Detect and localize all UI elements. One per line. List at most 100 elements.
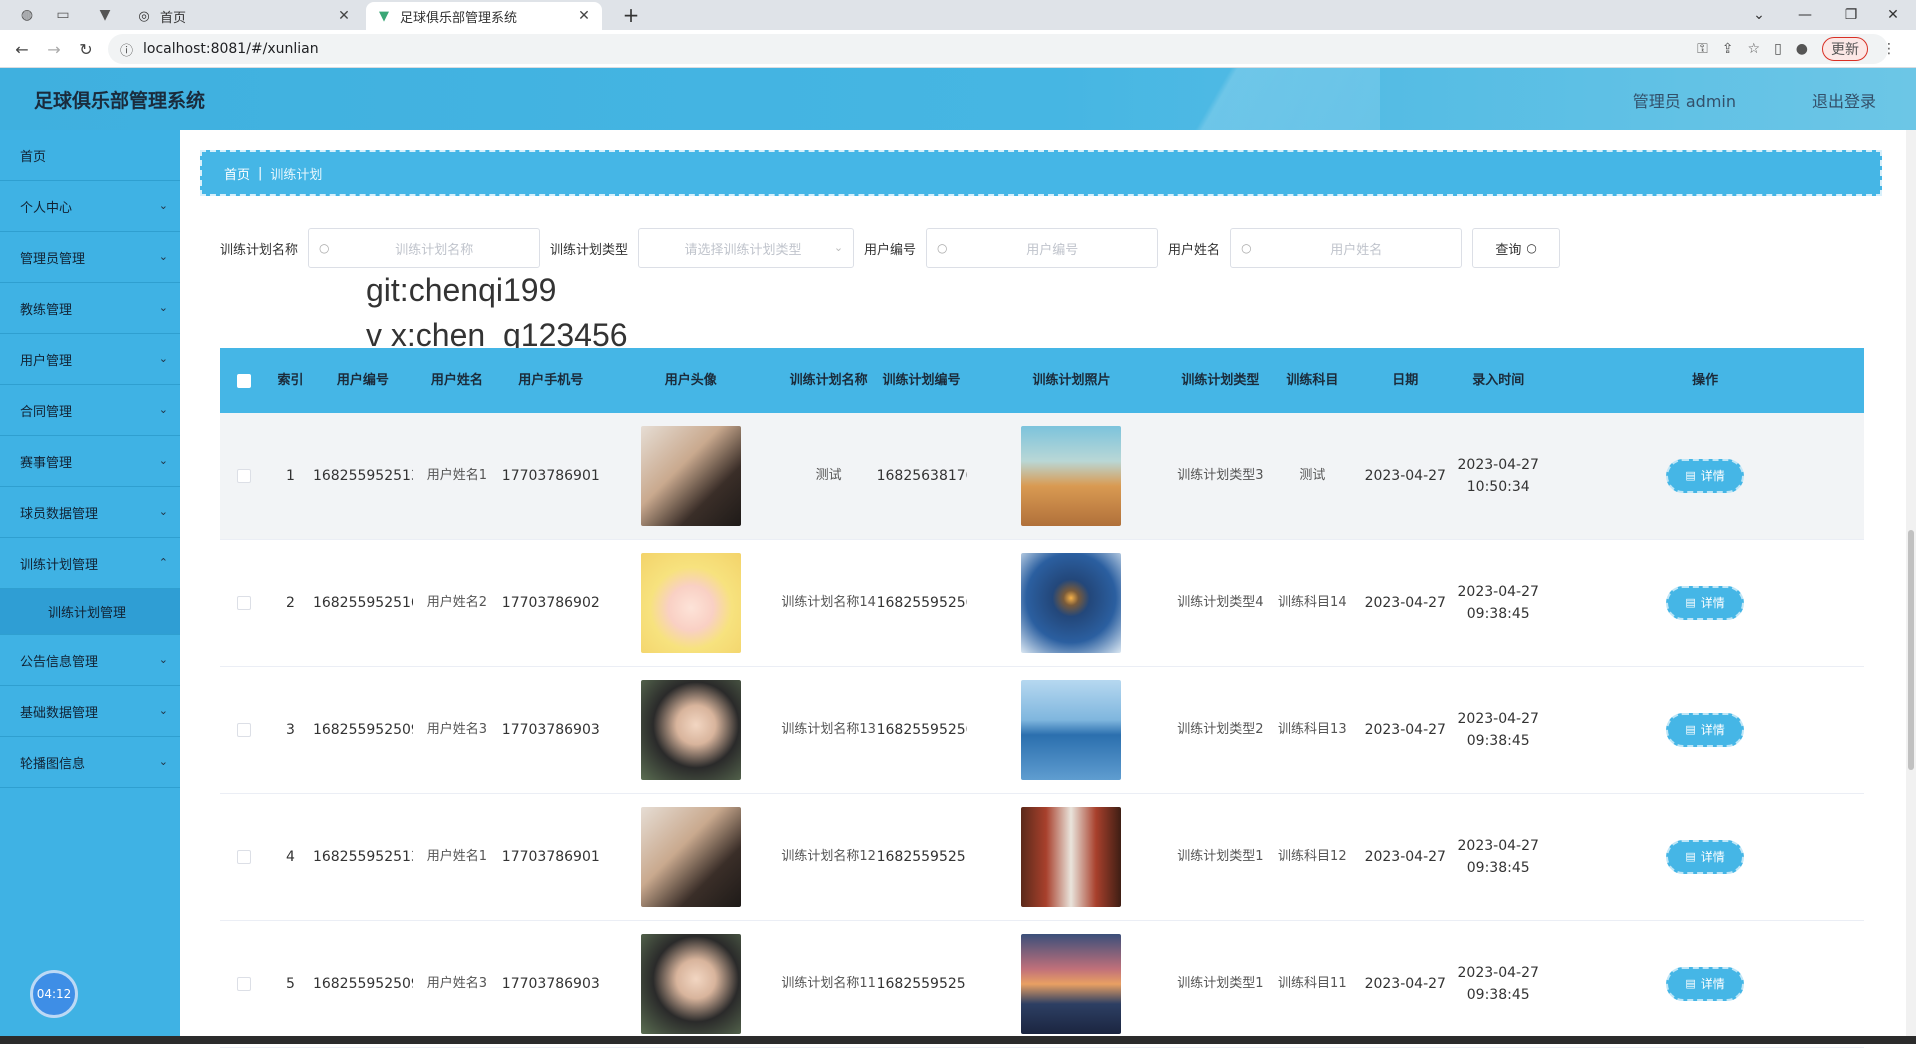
- menu-icon[interactable]: ⋮: [1882, 41, 1896, 57]
- table-row[interactable]: 2 1682559525166 用户姓名2 17703786902 训练计划名称…: [220, 540, 1864, 667]
- table-row[interactable]: 1 1682559525139 用户姓名1 17703786901 测试 168…: [220, 413, 1864, 540]
- row-checkbox[interactable]: [236, 977, 251, 991]
- plan-photo[interactable]: [1021, 807, 1122, 907]
- plan-photo[interactable]: [1021, 426, 1122, 526]
- cell-uid: 1682559525093: [312, 976, 413, 992]
- sidebar: 首页 个人中心 ⌄ 管理员管理 ⌄ 教练管理 ⌄ 用户管理 ⌄ 合同管理 ⌄ 赛事管理 ⌄ …: [0, 130, 180, 1044]
- omnibox-icons: ⚿ ⇪ ☆ ▯ ● 更新 ⋮: [1697, 37, 1896, 61]
- cell-op: ▤ 详情: [1546, 967, 1864, 1001]
- close-icon[interactable]: ✕: [336, 8, 352, 24]
- cell-time: 2023-04-27 10:50:34: [1457, 457, 1539, 495]
- new-tab-button[interactable]: +: [618, 3, 644, 27]
- avatar[interactable]: [640, 426, 741, 526]
- admin-label: 管理员 admin: [1632, 92, 1736, 111]
- plan-type-select[interactable]: 请选择训练计划类型 ⌄: [638, 228, 855, 268]
- avatar[interactable]: [640, 553, 741, 653]
- row-checkbox[interactable]: [236, 596, 251, 610]
- query-button[interactable]: 查询 ○: [1472, 228, 1561, 268]
- plan-photo[interactable]: [1021, 553, 1122, 653]
- row-checkbox[interactable]: [236, 469, 251, 483]
- sidebar-item-base-data[interactable]: 基础数据管理 ⌄: [0, 686, 180, 737]
- cell-plan-no: 1682559525087: [876, 722, 967, 738]
- key-icon[interactable]: ⚿: [1697, 41, 1708, 57]
- back-button[interactable]: ←: [10, 38, 34, 60]
- sidebar-item-training[interactable]: 训练计划管理 ⌃: [0, 538, 180, 589]
- sidebar-item-label: 管理员管理: [20, 251, 86, 267]
- sidebar-item-contract[interactable]: 合同管理 ⌄: [0, 385, 180, 436]
- table-row[interactable]: 4 1682559525139 用户姓名1 17703786901 训练计划名称…: [220, 794, 1864, 921]
- avatar[interactable]: [640, 934, 741, 1034]
- close-icon[interactable]: ✕: [576, 8, 592, 24]
- sidebar-item-carousel[interactable]: 轮播图信息 ⌄: [0, 737, 180, 788]
- chevron-down-icon: ⌄: [158, 505, 168, 518]
- sidepanel-icon[interactable]: ▯: [1774, 41, 1782, 57]
- sidebar-item-player-data[interactable]: 球员数据管理 ⌄: [0, 487, 180, 538]
- cell-phone: 17703786901: [501, 468, 600, 484]
- detail-button[interactable]: ▤ 详情: [1666, 586, 1745, 620]
- cell-avatar: [601, 934, 781, 1034]
- sidebar-item-match[interactable]: 赛事管理 ⌄: [0, 436, 180, 487]
- chevron-down-icon: ⌄: [158, 301, 168, 314]
- user-name-input[interactable]: ○ 用户姓名: [1230, 228, 1463, 268]
- document-icon: ▤: [1685, 596, 1696, 609]
- restore-button[interactable]: ❐: [1828, 0, 1874, 30]
- update-button[interactable]: 更新: [1822, 37, 1868, 61]
- user-id-input[interactable]: ○ 用户编号: [926, 228, 1159, 268]
- sidebar-item-users[interactable]: 用户管理 ⌄: [0, 334, 180, 385]
- sidebar-item-coach[interactable]: 教练管理 ⌄: [0, 283, 180, 334]
- sidebar-item-admin[interactable]: 管理员管理 ⌄: [0, 232, 180, 283]
- timer-badge[interactable]: 04:12: [30, 970, 78, 1018]
- browser-app-icon[interactable]: ◍: [14, 5, 40, 25]
- forward-button[interactable]: →: [42, 38, 66, 60]
- breadcrumb-current: 训练计划: [270, 167, 323, 183]
- info-icon[interactable]: ⓘ: [120, 40, 133, 59]
- browser-tab-blank[interactable]: ▭: [50, 5, 76, 25]
- cell-subject: 训练科目12: [1278, 849, 1347, 864]
- select-all-checkbox[interactable]: [236, 373, 251, 388]
- browser-tab-home[interactable]: ◎ 首页 ✕: [126, 2, 362, 30]
- table-row[interactable]: 5 1682559525093 用户姓名3 17703786903 训练计划名称…: [220, 921, 1864, 1048]
- cell-op: ▤ 详情: [1546, 459, 1864, 493]
- cell-name: 用户姓名1: [426, 468, 487, 483]
- cell-plan-type: 训练计划类型2: [1177, 722, 1264, 737]
- scrollbar-thumb[interactable]: [1908, 530, 1914, 770]
- sidebar-item-notice[interactable]: 公告信息管理 ⌄: [0, 635, 180, 686]
- plan-photo[interactable]: [1021, 680, 1122, 780]
- browser-tab-active[interactable]: ▼ 足球俱乐部管理系统 ✕: [366, 2, 602, 30]
- avatar[interactable]: [640, 807, 741, 907]
- detail-button[interactable]: ▤ 详情: [1666, 713, 1745, 747]
- plan-photo[interactable]: [1021, 934, 1122, 1034]
- select-placeholder: 请选择训练计划类型: [684, 242, 802, 258]
- breadcrumb-home[interactable]: 首页: [224, 164, 250, 183]
- star-icon[interactable]: ☆: [1748, 41, 1761, 57]
- detail-button[interactable]: ▤ 详情: [1666, 459, 1745, 493]
- share-icon[interactable]: ⇪: [1722, 41, 1734, 57]
- sidebar-item-label: 合同管理: [20, 404, 73, 420]
- page-scrollbar[interactable]: [1906, 130, 1916, 1044]
- minimize-button[interactable]: —: [1782, 0, 1828, 30]
- sidebar-subitem-training[interactable]: 训练计划管理: [0, 589, 180, 635]
- url-field[interactable]: ⓘ localhost:8081/#/xunlian: [108, 34, 1888, 64]
- table-row[interactable]: 3 1682559525093 用户姓名3 17703786903 训练计划名称…: [220, 667, 1864, 794]
- reload-button[interactable]: ↻: [74, 38, 98, 60]
- input-placeholder: 用户编号: [1026, 242, 1079, 258]
- detail-button[interactable]: ▤ 详情: [1666, 840, 1745, 874]
- logout-link[interactable]: 退出登录: [1812, 88, 1876, 112]
- cell-time: 2023-04-27 09:38:45: [1457, 965, 1539, 1003]
- window-close-button[interactable]: ✕: [1870, 0, 1916, 30]
- detail-button[interactable]: ▤ 详情: [1666, 967, 1745, 1001]
- cell-plan-photo: [967, 934, 1177, 1034]
- sidebar-item-home[interactable]: 首页: [0, 130, 180, 181]
- plan-name-input[interactable]: ○ 训练计划名称: [308, 228, 541, 268]
- sidebar-item-personal-center[interactable]: 个人中心 ⌄: [0, 181, 180, 232]
- cell-date: 2023-04-27: [1364, 976, 1446, 992]
- avatar[interactable]: [640, 680, 741, 780]
- chevron-down-icon[interactable]: ⌄: [1736, 0, 1782, 30]
- row-checkbox[interactable]: [236, 850, 251, 864]
- row-checkbox[interactable]: [236, 723, 251, 737]
- search-icon: ○: [1526, 241, 1537, 255]
- address-bar: ← → ↻ ⓘ localhost:8081/#/xunlian ⚿ ⇪ ☆ ▯…: [0, 30, 1916, 68]
- browser-tab-vue-icon[interactable]: ▼: [92, 5, 118, 25]
- profile-icon[interactable]: ●: [1796, 41, 1808, 57]
- url-text[interactable]: localhost:8081/#/xunlian: [143, 41, 319, 57]
